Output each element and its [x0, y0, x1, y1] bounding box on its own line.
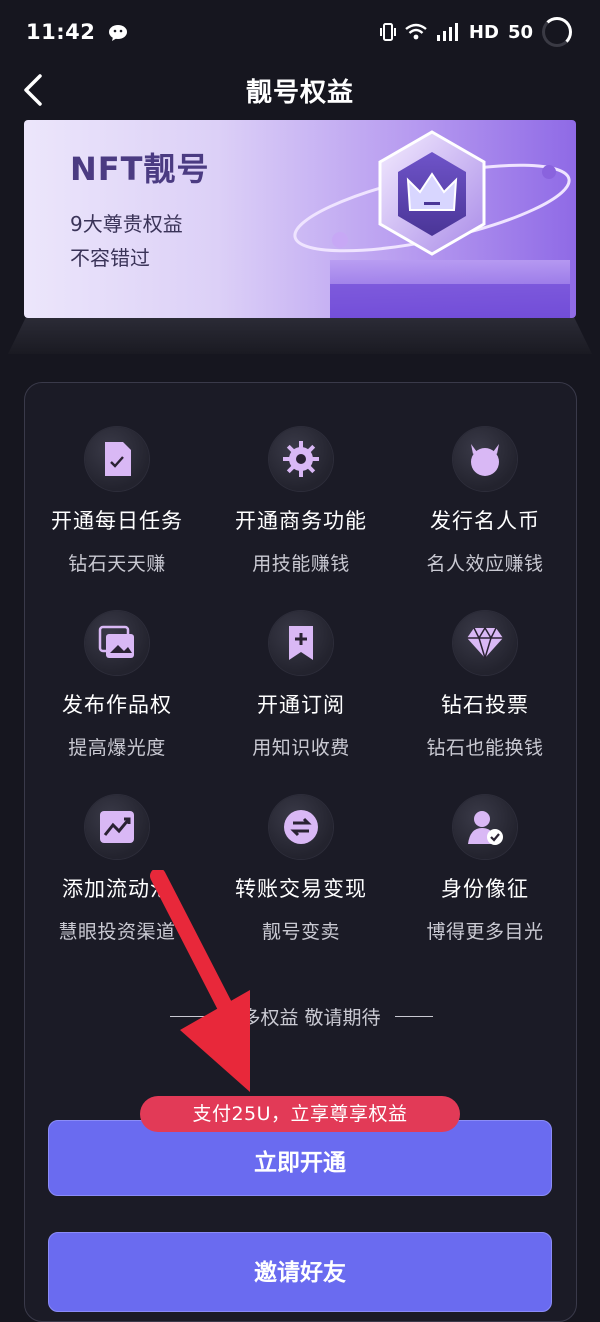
nft-banner: NFT靓号 9大尊贵权益 不容错过: [24, 120, 576, 318]
feature-item[interactable]: 开通订阅 用知识收费: [209, 611, 393, 760]
page-title: 靓号权益: [245, 77, 354, 108]
feature-item[interactable]: 开通商务功能 用技能赚钱: [209, 427, 393, 576]
feature-subtitle: 钻石天天赚: [68, 553, 166, 575]
feature-icon-wrap: [269, 611, 333, 675]
status-right: HD 50: [379, 17, 572, 47]
signal-icon: [436, 23, 458, 41]
bookmark-plus-icon: [289, 626, 313, 660]
feature-subtitle: 钻石也能换钱: [426, 737, 544, 759]
network-type: HD: [468, 21, 499, 43]
feature-title: 钻石投票: [441, 693, 529, 717]
feature-subtitle: 提高爆光度: [68, 737, 166, 759]
wifi-icon: [405, 23, 427, 40]
exchange-icon: [284, 810, 318, 844]
more-benefits-note: 更多权益 敬请期待: [25, 1003, 578, 1030]
feature-item[interactable]: 发行名人币 名人效应赚钱: [393, 427, 577, 576]
pay-badge: 支付25U，立享尊享权益: [140, 1096, 460, 1132]
trend-chart-icon: [100, 811, 134, 843]
feature-subtitle: 博得更多目光: [426, 921, 544, 943]
chevron-left-icon[interactable]: [16, 70, 56, 110]
feature-icon-wrap: [453, 795, 517, 859]
red-arrow-annotation: [150, 870, 250, 1092]
feature-title: 身份像征: [441, 877, 529, 901]
celebrity-coin-icon: [471, 444, 499, 476]
divider-right: [394, 1016, 433, 1017]
nav-bar: 靓号权益: [0, 64, 600, 116]
battery-ring-icon: [542, 17, 572, 47]
battery-level: 50: [507, 21, 533, 43]
feature-item[interactable]: 发布作品权 提高爆光度: [25, 611, 209, 760]
banner-subtitle-2: 不容错过: [70, 246, 150, 270]
status-left: 11:42: [26, 20, 129, 44]
diamond-icon: [467, 626, 503, 660]
banner-base: [8, 318, 592, 354]
verified-user-icon: [468, 811, 503, 845]
feature-title: 开通商务功能: [235, 509, 367, 533]
crown-badge-icon: [293, 130, 571, 318]
task-document-icon: [105, 442, 131, 476]
banner-subtitle-1: 9大尊贵权益: [70, 212, 183, 236]
feature-item[interactable]: 钻石投票 钻石也能换钱: [393, 611, 577, 760]
invite-friends-button[interactable]: 邀请好友: [48, 1232, 552, 1312]
feature-subtitle: 名人效应赚钱: [426, 553, 544, 575]
feature-subtitle: 用知识收费: [252, 737, 350, 759]
feature-title: 发布作品权: [62, 693, 172, 717]
feature-icon-wrap: [269, 795, 333, 859]
wechat-icon: [109, 24, 128, 41]
feature-title: 开通订阅: [257, 693, 345, 717]
feature-item[interactable]: 身份像征 博得更多目光: [393, 795, 577, 944]
gallery-icon: [98, 625, 134, 658]
status-bar: 11:42 HD 50: [0, 0, 600, 64]
feature-item[interactable]: 开通每日任务 钻石天天赚: [25, 427, 209, 576]
feature-title: 开通每日任务: [51, 509, 183, 533]
feature-subtitle: 用技能赚钱: [252, 553, 350, 575]
feature-icon-wrap: [85, 611, 149, 675]
vibrate-icon: [379, 23, 396, 41]
banner-title: NFT靓号: [70, 150, 210, 188]
feature-title: 发行名人币: [430, 509, 540, 533]
feature-icon-wrap: [85, 795, 149, 859]
gear-badge-icon: [283, 441, 319, 477]
feature-icon-wrap: [453, 611, 517, 675]
feature-icon-wrap: [453, 427, 517, 491]
feature-icon-wrap: [269, 427, 333, 491]
feature-icon-wrap: [85, 427, 149, 491]
status-time: 11:42: [26, 20, 96, 44]
